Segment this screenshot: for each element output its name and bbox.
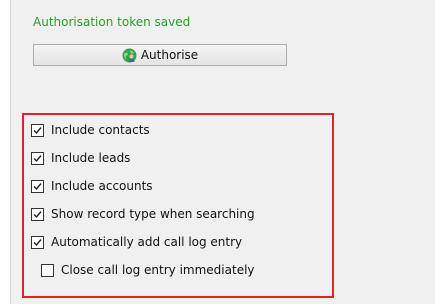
token-status-text: Authorisation token saved — [33, 15, 191, 29]
auto-add-call-log-label: Automatically add call log entry — [51, 235, 243, 249]
close-call-log-label: Close call log entry immediately — [61, 263, 255, 277]
option-auto-add-call-log[interactable]: Automatically add call log entry — [31, 234, 242, 250]
authorise-button[interactable]: Authorise — [33, 44, 287, 66]
authorise-button-label: Authorise — [140, 48, 199, 62]
option-include-accounts[interactable]: Include accounts — [31, 178, 153, 194]
include-contacts-label: Include contacts — [51, 123, 150, 137]
show-record-type-label: Show record type when searching — [51, 207, 255, 221]
include-leads-checkbox[interactable] — [31, 151, 44, 165]
option-show-record-type[interactable]: Show record type when searching — [31, 206, 255, 222]
include-accounts-label: Include accounts — [51, 179, 153, 193]
include-leads-label: Include leads — [51, 151, 131, 165]
option-include-contacts[interactable]: Include contacts — [31, 122, 150, 138]
option-include-leads[interactable]: Include leads — [31, 150, 130, 166]
include-accounts-checkbox[interactable] — [31, 179, 44, 193]
show-record-type-checkbox[interactable] — [31, 207, 44, 221]
close-call-log-checkbox[interactable] — [41, 263, 54, 277]
include-contacts-checkbox[interactable] — [31, 123, 44, 137]
option-close-call-log[interactable]: Close call log entry immediately — [41, 262, 255, 278]
globe-user-icon — [122, 48, 137, 63]
auto-add-call-log-checkbox[interactable] — [31, 235, 44, 249]
